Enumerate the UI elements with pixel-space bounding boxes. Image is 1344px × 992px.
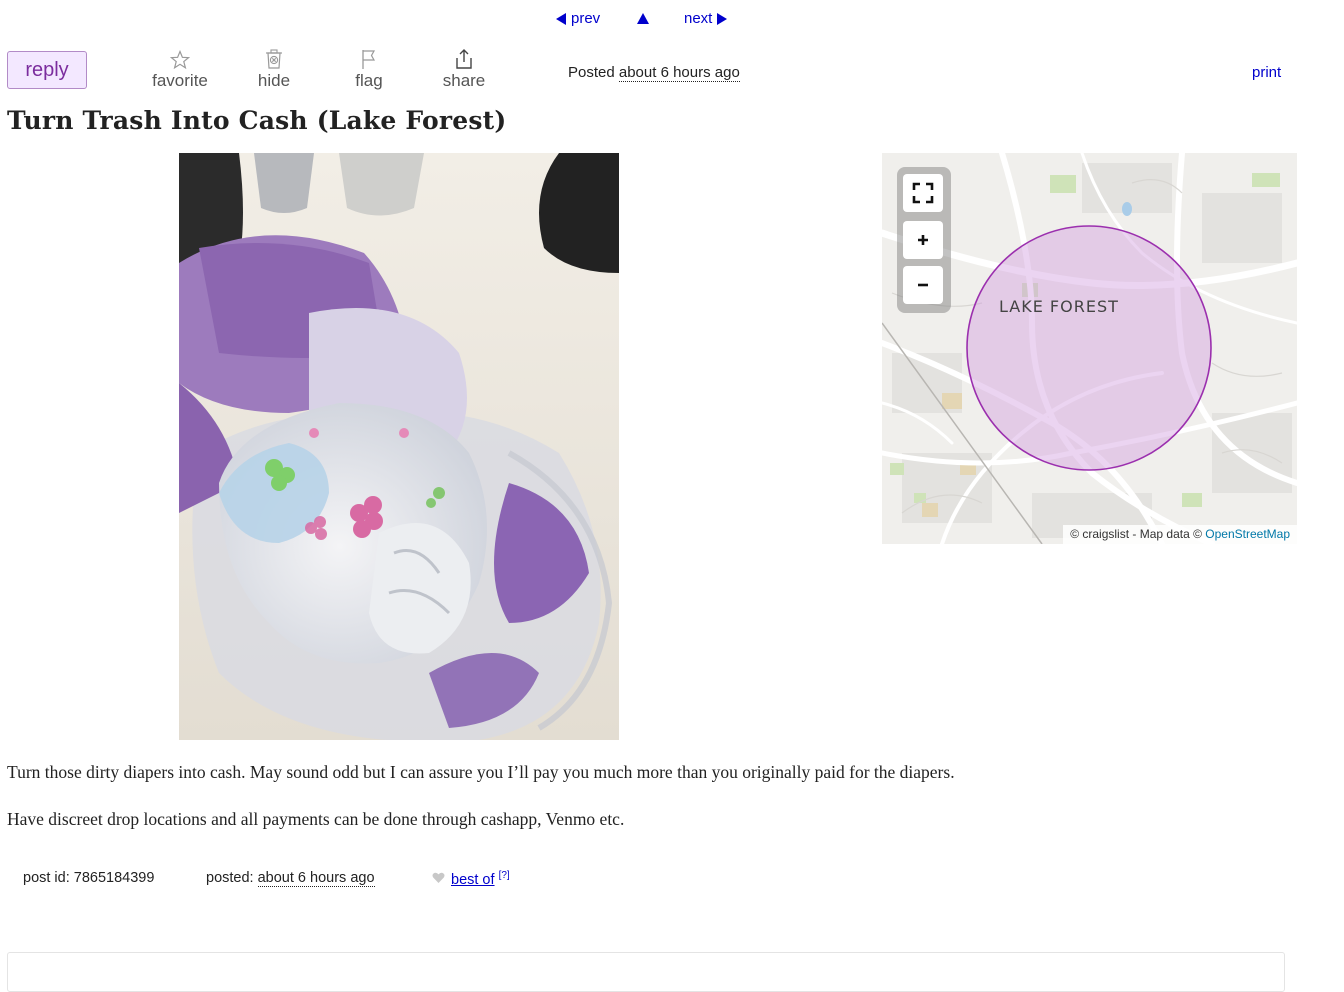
up-link[interactable] bbox=[637, 13, 649, 24]
posted-date: posted: about 6 hours ago bbox=[206, 870, 375, 887]
flag-button[interactable]: flag bbox=[334, 48, 404, 91]
up-arrow-icon bbox=[637, 13, 649, 24]
hide-button[interactable]: hide bbox=[239, 48, 309, 91]
top-navigation: prev next bbox=[0, 10, 1344, 30]
prev-arrow-icon bbox=[556, 12, 566, 25]
favorite-button[interactable]: favorite bbox=[145, 48, 215, 91]
attribution-text: © craigslist - Map data © bbox=[1070, 527, 1202, 541]
hide-icon bbox=[239, 48, 309, 70]
openstreetmap-link[interactable]: OpenStreetMap bbox=[1205, 527, 1290, 541]
flag-icon bbox=[334, 48, 404, 70]
heart-icon bbox=[432, 872, 445, 888]
body-paragraph-1: Turn those dirty diapers into cash. May … bbox=[7, 762, 955, 782]
prev-label: prev bbox=[571, 10, 601, 27]
flag-label: flag bbox=[355, 71, 383, 90]
share-button[interactable]: share bbox=[429, 48, 499, 91]
zoom-in-button[interactable] bbox=[903, 221, 943, 259]
print-link[interactable]: print bbox=[1252, 64, 1281, 81]
favorite-label: favorite bbox=[152, 71, 208, 90]
diaper-photo-image bbox=[179, 153, 619, 740]
zoom-out-button[interactable] bbox=[903, 266, 943, 304]
listing-photo[interactable] bbox=[179, 153, 619, 740]
posting-title: Turn Trash Into Cash (Lake Forest) bbox=[7, 106, 507, 135]
reply-button[interactable]: reply bbox=[7, 51, 87, 89]
best-of-help-link[interactable]: [?] bbox=[499, 870, 510, 881]
posted-time: about 6 hours ago bbox=[618, 64, 740, 82]
next-arrow-icon bbox=[717, 12, 728, 25]
map-controls bbox=[897, 167, 951, 313]
fullscreen-button[interactable] bbox=[903, 174, 943, 212]
posted-date-label: posted: bbox=[206, 870, 254, 886]
posted-date-time: about 6 hours ago bbox=[257, 870, 375, 887]
plus-icon bbox=[918, 235, 928, 245]
posted-info: Posted about 6 hours ago bbox=[568, 64, 740, 82]
minus-icon bbox=[918, 283, 928, 287]
body-paragraph-2: Have discreet drop locations and all pay… bbox=[7, 809, 625, 829]
best-of-area: best of [?] bbox=[451, 870, 510, 888]
next-link[interactable]: next bbox=[684, 10, 728, 27]
post-id: post id: 7865184399 bbox=[23, 870, 155, 886]
star-icon bbox=[145, 48, 215, 70]
share-label: share bbox=[442, 71, 486, 90]
action-bar: reply favorite hide flag share Posted ab… bbox=[0, 48, 1344, 96]
bottom-panel bbox=[7, 952, 1285, 992]
map-place-label: LAKE FOREST bbox=[999, 297, 1119, 316]
share-icon bbox=[429, 48, 499, 70]
next-label: next bbox=[684, 10, 713, 27]
hide-label: hide bbox=[257, 71, 291, 90]
location-map[interactable]: LAKE FOREST © craigslist - Map data © Op… bbox=[882, 153, 1297, 544]
fullscreen-icon bbox=[912, 182, 934, 204]
map-attribution: © craigslist - Map data © OpenStreetMap bbox=[1063, 525, 1297, 544]
best-of-link[interactable]: best of bbox=[451, 872, 495, 888]
posted-prefix: Posted bbox=[568, 64, 615, 81]
prev-link[interactable]: prev bbox=[556, 10, 600, 27]
